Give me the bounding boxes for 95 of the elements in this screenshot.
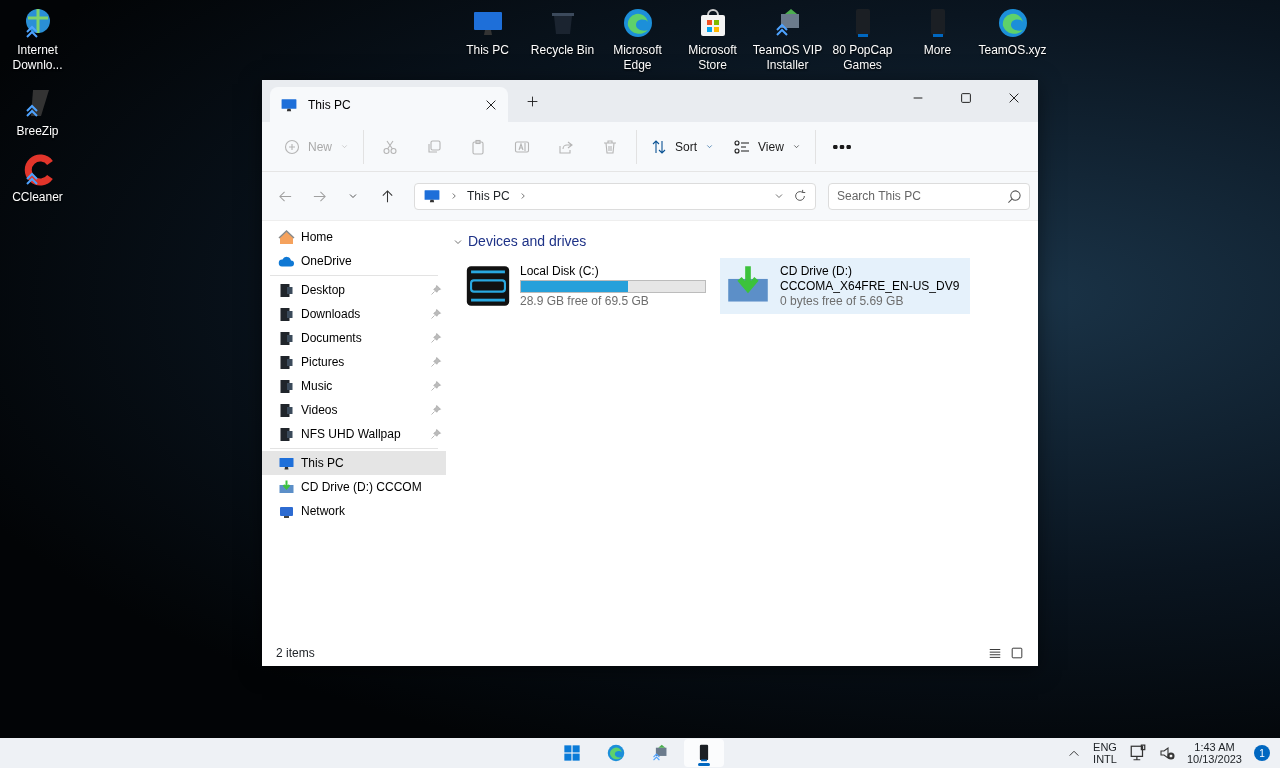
monitor-icon: [1128, 744, 1147, 762]
tiles-view-button[interactable]: [1010, 646, 1024, 660]
free-space-text: 0 bytes free of 5.69 GB: [780, 293, 905, 309]
dark-folder-icon: [278, 353, 295, 371]
drive-name: Local Disk (C:): [520, 263, 600, 279]
search-icon: [1007, 188, 1022, 204]
list-view-icon: [734, 138, 751, 155]
pin-icon: [430, 380, 442, 392]
cd-drive-icon: [278, 478, 295, 496]
window-tab[interactable]: This PC: [270, 87, 508, 122]
shortcut-label: Microsoft Edge: [612, 43, 663, 73]
shortcut-label: BreeZip: [15, 124, 60, 139]
sidebar-item[interactable]: NFS UHD Wallpap: [262, 422, 446, 446]
sidebar-item[interactable]: Documents: [262, 326, 446, 350]
sidebar-item[interactable]: Videos: [262, 398, 446, 422]
pin-icon: [430, 308, 442, 320]
view-button[interactable]: View: [726, 129, 809, 164]
sidebar-item[interactable]: Home: [262, 225, 446, 249]
close-icon: [1007, 91, 1021, 105]
muted-speaker-icon: [1158, 745, 1175, 761]
pin-icon: [430, 404, 442, 416]
search-field[interactable]: Search This PC: [828, 182, 1030, 210]
dark-folder-icon: [278, 281, 295, 299]
sort-button[interactable]: Sort: [643, 129, 723, 164]
desktop-shortcut[interactable]: Internet Downlo...: [0, 6, 75, 73]
plus-circle-icon: [284, 138, 300, 155]
sidebar-item[interactable]: CD Drive (D:) CCCOM: [262, 475, 446, 499]
dark-folder-icon: [278, 377, 295, 395]
scissors-icon: [382, 138, 398, 155]
desktop-shortcut[interactable]: Microsoft Store: [675, 6, 750, 73]
address-bar[interactable]: This PC: [414, 182, 816, 210]
sidebar-item[interactable]: Music: [262, 374, 446, 398]
taskbar-app[interactable]: [684, 739, 724, 767]
maximize-icon: [959, 91, 973, 105]
network-status-button[interactable]: [1128, 744, 1147, 762]
shortcut-label: Microsoft Store: [687, 43, 738, 73]
desktop-shortcut[interactable]: TeamOS VIP Installer: [750, 6, 825, 73]
desktop-shortcut[interactable]: CCleaner: [0, 153, 75, 205]
volume-label: CCCOMA_X64FRE_EN-US_DV9: [780, 278, 961, 294]
sidebar-item[interactable]: Desktop: [262, 278, 446, 302]
monitor-icon: [423, 187, 441, 205]
desktop-shortcut[interactable]: 80 PopCap Games: [825, 6, 900, 73]
details-view-button[interactable]: [988, 646, 1002, 660]
desktop-shortcut[interactable]: This PC: [450, 6, 525, 73]
language-indicator[interactable]: ENG INTL: [1093, 741, 1117, 765]
shortcut-label: Recycle Bin: [529, 43, 596, 58]
more-dots-icon: [832, 144, 851, 149]
desktop-shortcut[interactable]: Recycle Bin: [525, 6, 600, 73]
desktop-shortcut[interactable]: TeamOS.xyz: [975, 6, 1050, 73]
dark-folder-icon: [278, 401, 295, 419]
dark-folder-icon: [278, 425, 295, 443]
clipboard-icon: [470, 138, 486, 155]
free-space-text: 28.9 GB free of 69.5 GB: [520, 293, 650, 309]
details-view-icon: [988, 646, 1002, 660]
shortcut-label: TeamOS VIP Installer: [751, 43, 824, 73]
swirl-logo-icon: [606, 743, 626, 763]
sidebar-item[interactable]: OneDrive: [262, 249, 446, 273]
drive-item[interactable]: CD Drive (D:) CCCOMA_X64FRE_EN-US_DV9 0 bytes free of 5.69 GB: [720, 258, 970, 314]
volume-button[interactable]: [1158, 745, 1175, 761]
desktop-shortcut[interactable]: BreeZip: [0, 87, 75, 139]
rename-icon: [514, 138, 530, 155]
breadcrumb-link[interactable]: This PC: [467, 187, 510, 205]
copy-icon: [426, 138, 442, 155]
plus-icon: [525, 94, 539, 108]
shortcut-label: This PC: [465, 43, 510, 58]
sidebar-item[interactable]: This PC: [262, 451, 446, 475]
sidebar-item[interactable]: Network: [262, 499, 446, 523]
dark-folder-icon: [278, 305, 295, 323]
tab-title: This PC: [308, 96, 352, 114]
dark-folder-icon: [278, 329, 295, 347]
tiles-view-icon: [1010, 646, 1024, 660]
pin-icon: [430, 284, 442, 296]
item-count: 2 items: [276, 645, 315, 662]
trash-icon: [602, 138, 618, 155]
drive-name: CD Drive (D:): [780, 263, 853, 279]
shortcut-label: Internet Downlo...: [11, 43, 64, 73]
shortcut-label: TeamOS.xyz: [977, 43, 1048, 58]
house-icon: [278, 228, 295, 246]
shortcut-label: 80 PopCap Games: [831, 43, 894, 73]
pin-icon: [430, 332, 442, 344]
shortcut-label: CCleaner: [11, 190, 64, 205]
notification-badge[interactable]: 1: [1254, 745, 1270, 761]
sort-arrows-icon: [651, 138, 667, 155]
clock[interactable]: 1:43 AM 10/13/2023: [1186, 741, 1242, 765]
refresh-icon: [793, 189, 807, 203]
drive-item[interactable]: Local Disk (C:) 28.9 GB free of 69.5 GB: [460, 258, 710, 314]
windows-logo-icon: [562, 743, 582, 763]
sidebar-item[interactable]: Pictures: [262, 350, 446, 374]
pin-icon: [430, 428, 442, 440]
desktop-shortcut[interactable]: Microsoft Edge: [600, 6, 675, 73]
section-header[interactable]: Devices and drives: [452, 231, 587, 252]
pin-icon: [430, 356, 442, 368]
shortcut-label: More: [922, 43, 953, 58]
desktop-shortcut[interactable]: More: [900, 6, 975, 73]
sidebar-item[interactable]: Downloads: [262, 302, 446, 326]
